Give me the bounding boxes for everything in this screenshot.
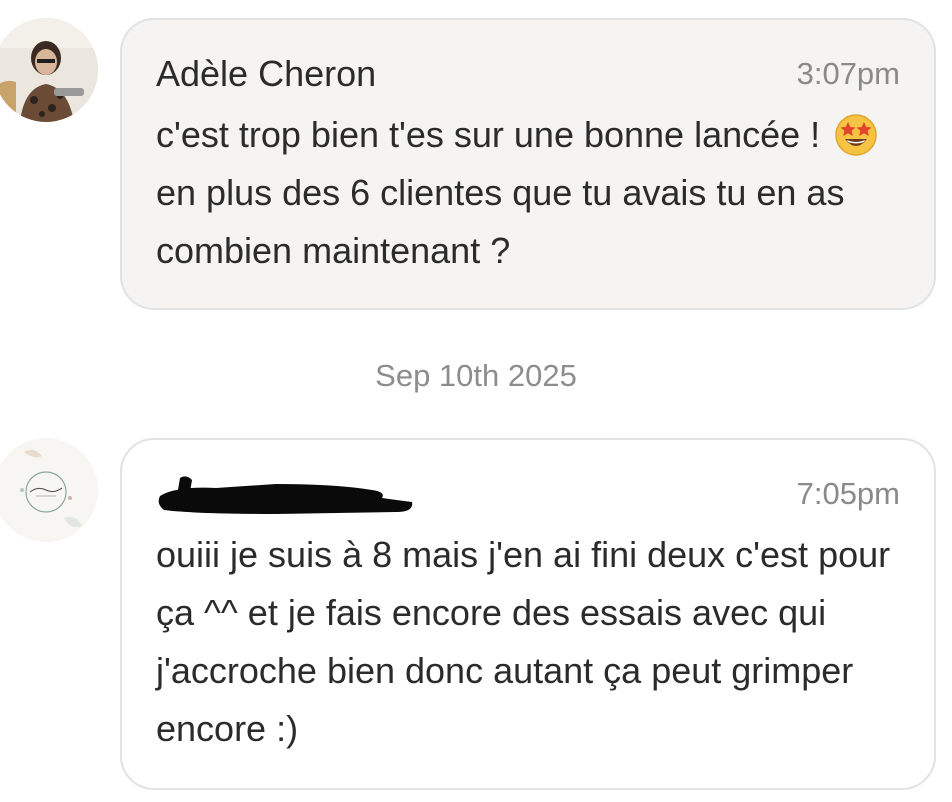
message-header: 7:05pm bbox=[156, 466, 900, 522]
message-text: c'est trop bien t'es sur une bonne lancé… bbox=[156, 106, 900, 280]
message-text: ouiii je suis à 8 mais j'en ai fini deux… bbox=[156, 534, 891, 749]
sender-name: Adèle Cheron bbox=[156, 53, 377, 94]
profile-logo-icon bbox=[0, 438, 98, 542]
redacted-name-mark bbox=[158, 476, 413, 514]
star-struck-emoji-icon bbox=[835, 114, 877, 156]
date-separator: Sep 10th 2025 bbox=[375, 358, 577, 393]
message-text-part: en plus des 6 clientes que tu avais tu e… bbox=[156, 172, 845, 271]
message-text-part: c'est trop bien t'es sur une bonne lancé… bbox=[156, 114, 831, 155]
message-timestamp: 7:05pm bbox=[796, 476, 900, 511]
message-bubble[interactable]: Adèle Cheron 3:07pm c'est trop bien t'es… bbox=[120, 18, 936, 310]
profile-photo-icon bbox=[0, 18, 98, 122]
message-timestamp: 3:07pm bbox=[796, 56, 900, 91]
avatar-sender[interactable] bbox=[0, 438, 98, 542]
message-bubble[interactable]: 7:05pm ouiii je suis à 8 mais j'en ai fi… bbox=[120, 438, 936, 790]
message-header: Adèle Cheron 3:07pm bbox=[156, 46, 900, 102]
avatar-adele-cheron[interactable] bbox=[0, 18, 98, 122]
